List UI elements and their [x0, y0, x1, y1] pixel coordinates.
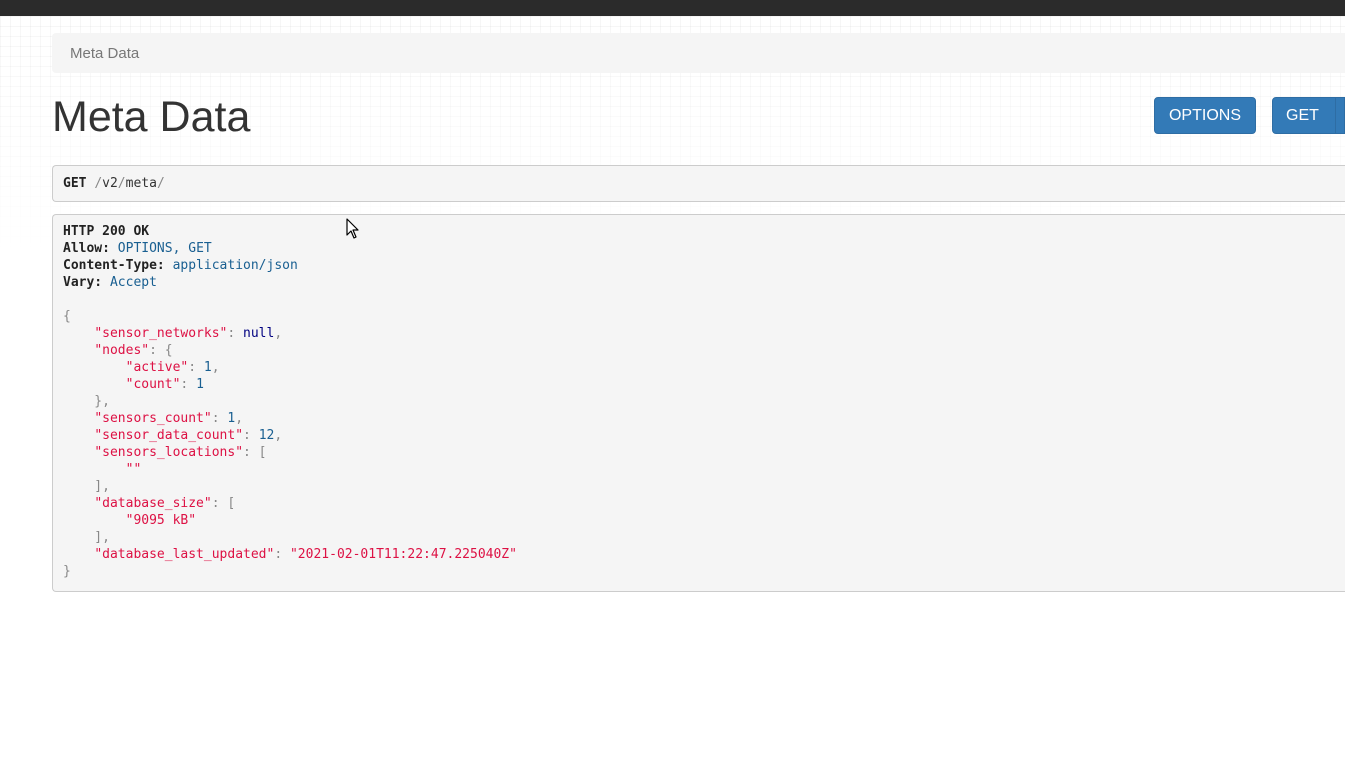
request-line: GET /v2/meta/ — [63, 175, 1345, 192]
header-allow-label: Allow: — [63, 241, 110, 256]
top-navbar — [0, 0, 1345, 16]
json-key: "database_last_updated" — [94, 547, 275, 562]
json-row-nodes: "nodes": { — [94, 343, 173, 358]
get-button-label: GET — [1286, 107, 1319, 124]
path-segment-v2[interactable]: v2 — [102, 176, 118, 191]
json-open-brace: { — [63, 309, 71, 324]
json-row-sensors-count: "sensors_count": 1, — [94, 411, 244, 426]
path-separator: / — [94, 176, 103, 191]
options-button[interactable]: OPTIONS — [1154, 97, 1256, 134]
header-content-type-label: Content-Type: — [63, 258, 165, 273]
json-value: 1 — [196, 377, 204, 392]
path-separator: / — [117, 176, 126, 191]
breadcrumb: Meta Data — [52, 33, 1345, 73]
json-key: "count" — [125, 377, 181, 392]
header-vary-label: Vary: — [63, 275, 103, 290]
get-button[interactable]: GET — [1272, 97, 1345, 134]
json-close-database-size: ], — [63, 530, 110, 545]
header-content-type: Content-Type: application/json — [63, 257, 1345, 274]
json-value: "" — [125, 462, 142, 477]
json-key: "sensors_count" — [94, 411, 212, 426]
request-method: GET — [63, 176, 87, 191]
json-row-count: "count": 1 — [125, 377, 204, 392]
header-allow: Allow: OPTIONS, GET — [63, 240, 1345, 257]
json-value: "2021-02-01T11:22:47.225040Z" — [289, 547, 517, 562]
json-value: null — [243, 326, 275, 341]
response-info: HTTP 200 OK Allow: OPTIONS, GET Content-… — [52, 214, 1345, 592]
response-status: HTTP 200 OK — [63, 223, 1345, 240]
mouse-cursor-icon — [346, 218, 359, 239]
json-row-sensors-locations-item: "" — [63, 461, 1345, 478]
json-value: "9095 kB" — [125, 513, 197, 528]
page-title: Meta Data — [52, 93, 251, 141]
json-key: "sensor_networks" — [94, 326, 228, 341]
breadcrumb-item-meta-data[interactable]: Meta Data — [70, 45, 139, 62]
json-close-nodes: }, — [63, 394, 110, 409]
get-button-caret-divider — [1335, 98, 1336, 133]
json-key: "sensor_data_count" — [94, 428, 244, 443]
json-row-database-size-item: "9095 kB" — [63, 512, 1345, 529]
header-content-type-value: application/json — [172, 258, 298, 273]
json-close-sensors-locations: ], — [63, 479, 110, 494]
json-row-database-size: "database_size": [ — [94, 496, 236, 511]
json-row-sensor-data-count: "sensor_data_count": 12, — [94, 428, 283, 443]
header-vary-value: Accept — [109, 275, 157, 290]
header-allow-value: OPTIONS, GET — [117, 241, 212, 256]
json-row-sensors-locations: "sensors_locations": [ — [94, 445, 267, 460]
json-row-database-last-updated: "database_last_updated": "2021-02-01T11:… — [94, 547, 517, 562]
json-row-sensor-networks: "sensor_networks": null, — [94, 326, 283, 341]
json-key: "nodes" — [94, 343, 150, 358]
status-text: HTTP 200 OK — [63, 224, 150, 239]
path-separator: / — [156, 176, 165, 191]
json-key: "database_size" — [94, 496, 212, 511]
json-value: 12 — [258, 428, 275, 443]
path-segment-meta[interactable]: meta — [126, 176, 157, 191]
json-key: "active" — [125, 360, 189, 375]
json-close-brace: } — [63, 564, 71, 579]
json-key: "sensors_locations" — [94, 445, 244, 460]
request-info: GET /v2/meta/ — [52, 165, 1345, 202]
json-value: 1 — [203, 360, 212, 375]
header-vary: Vary: Accept — [63, 274, 1345, 291]
json-row-active: "active": 1, — [125, 360, 220, 375]
